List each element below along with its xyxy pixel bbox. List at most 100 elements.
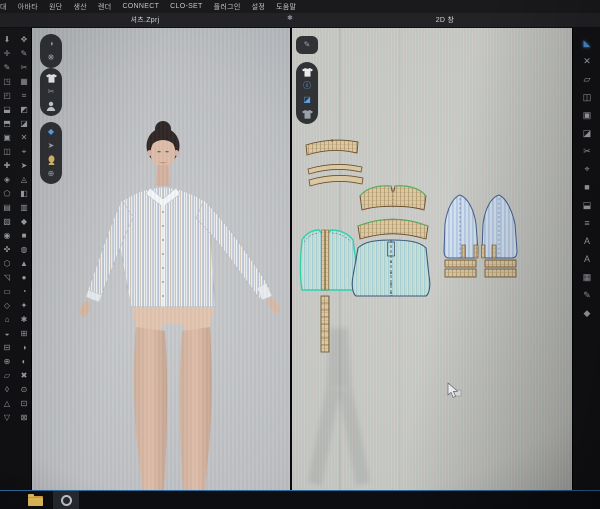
tool-icon[interactable]: ⊕	[1, 356, 13, 368]
show-sewing-2d-icon[interactable]	[300, 108, 314, 120]
text-tool[interactable]: A	[573, 232, 600, 250]
menu-item[interactable]: CONNECT	[122, 3, 159, 10]
tool-icon[interactable]: ✦	[18, 300, 30, 312]
fabric-texture-icon[interactable]: ◆	[44, 126, 58, 138]
show-texture-icon[interactable]: ◪	[300, 94, 314, 106]
tool-icon[interactable]: ◊	[1, 384, 13, 396]
tool-icon[interactable]: ⬓	[1, 104, 13, 116]
misc-tool[interactable]: ◆	[573, 304, 600, 322]
pattern-canvas[interactable]	[292, 28, 572, 490]
pen-2d-tool[interactable]: ✎	[573, 286, 600, 304]
scene-effect-icon[interactable]: ❋	[44, 52, 58, 64]
tool-icon[interactable]: ⌂	[1, 314, 13, 326]
notch-tool[interactable]: ⌖	[573, 160, 600, 178]
pose-icon[interactable]: ➤	[44, 140, 58, 152]
tool-icon[interactable]: ✛	[1, 48, 13, 60]
transform-pattern-tool[interactable]: ◣	[573, 34, 600, 52]
avatar-head-icon[interactable]	[44, 154, 58, 166]
trace-tool[interactable]: ⬓	[573, 196, 600, 214]
piece-front-body[interactable]	[301, 230, 358, 290]
tool-icon[interactable]: ◆	[18, 216, 30, 228]
tool-icon[interactable]: ⊡	[18, 398, 30, 410]
tool-icon[interactable]: ◉	[1, 230, 13, 242]
tool-icon[interactable]: ◰	[1, 90, 13, 102]
taskbar-file-explorer[interactable]	[0, 491, 43, 509]
tool-icon[interactable]: ⊙	[18, 384, 30, 396]
tool-icon[interactable]: ◒	[1, 328, 13, 340]
tool-icon[interactable]: ▧	[1, 216, 13, 228]
tool-icon[interactable]: ⬡	[1, 258, 13, 270]
piece-cuff-right[interactable]	[485, 260, 516, 277]
tool-icon[interactable]: ◹	[1, 272, 13, 284]
polygon-tool[interactable]: ▣	[573, 106, 600, 124]
pattern-info-icon[interactable]: ⓘ	[300, 80, 314, 92]
piece-back-yoke-lower[interactable]	[358, 219, 428, 239]
grading-text-tool[interactable]: A	[573, 250, 600, 268]
avatar-3d[interactable]	[32, 28, 290, 490]
tool-icon[interactable]: ▱	[1, 370, 13, 382]
piece-collar-under[interactable]	[309, 175, 363, 186]
tool-icon[interactable]: △	[1, 398, 13, 410]
tool-icon[interactable]: ◪	[18, 118, 30, 130]
tab-2d-window[interactable]: 2D 창	[290, 13, 600, 27]
tool-icon[interactable]: ◍	[18, 244, 30, 256]
piece-sleeve-left[interactable]	[444, 195, 478, 258]
show-avatar-icon[interactable]	[44, 100, 58, 112]
tab-settings-icon[interactable]: ✱	[287, 14, 293, 22]
add-point-tool[interactable]: ◫	[573, 88, 600, 106]
menu-item[interactable]: 도움말	[276, 2, 296, 12]
tool-icon[interactable]: ⊟	[1, 342, 13, 354]
piece-back-yoke-upper[interactable]	[360, 186, 426, 210]
viewport-3d[interactable]: ◑ ❋ ✂ ◆ ➤ ⊕	[32, 28, 290, 490]
seam-allowance-tool[interactable]: ≡	[573, 214, 600, 232]
rectangle-tool[interactable]: ◪	[573, 124, 600, 142]
tool-icon[interactable]: ✖	[18, 370, 30, 382]
viewport-2d[interactable]: ✎ ⓘ ◪	[292, 28, 572, 490]
tool-icon[interactable]: ▭	[1, 286, 13, 298]
view2d-pen-button[interactable]: ✎	[296, 36, 318, 54]
tool-icon[interactable]: ◬	[18, 174, 30, 186]
show-pattern-icon[interactable]	[300, 66, 314, 78]
piece-back-body[interactable]	[352, 240, 430, 296]
cut-sew-tool[interactable]: ✂	[573, 142, 600, 160]
tool-icon[interactable]: ✱	[18, 314, 30, 326]
tool-icon[interactable]: ✚	[1, 160, 13, 172]
tool-icon[interactable]: ✜	[1, 244, 13, 256]
taskbar-clo-app[interactable]	[53, 491, 79, 509]
menu-item[interactable]: 대	[0, 2, 7, 12]
tool-icon[interactable]: ⬇	[1, 34, 13, 46]
tool-icon[interactable]: ▦	[18, 76, 30, 88]
tool-icon[interactable]: ◐	[18, 356, 30, 368]
tool-icon[interactable]: ⌗	[18, 90, 30, 102]
piece-front-placket-strip[interactable]	[321, 296, 329, 352]
tool-icon[interactable]: ◔	[18, 286, 30, 298]
show-sewing-icon[interactable]: ✂	[44, 86, 58, 98]
tool-icon[interactable]: ▣	[1, 132, 13, 144]
edit-pattern-tool[interactable]: ✕	[573, 52, 600, 70]
tool-icon[interactable]: ◇	[1, 300, 13, 312]
tool-icon[interactable]: ⌖	[18, 146, 30, 158]
tool-icon[interactable]: ◧	[18, 188, 30, 200]
tool-icon[interactable]: ⊠	[18, 412, 30, 424]
tool-icon[interactable]: ●	[18, 272, 30, 284]
tool-icon[interactable]: ◑	[18, 342, 30, 354]
tool-icon[interactable]: ▲	[18, 258, 30, 270]
environment-globe-icon[interactable]: ⊕	[44, 168, 58, 180]
menu-item[interactable]: 렌더	[98, 2, 111, 12]
show-garment-icon[interactable]	[44, 72, 58, 84]
piece-collar-band[interactable]	[306, 139, 358, 155]
tool-icon[interactable]: ⬠	[1, 188, 13, 200]
piece-sleeve-right[interactable]	[482, 195, 517, 258]
tool-icon[interactable]: ✂	[18, 62, 30, 74]
tool-icon[interactable]: ✥	[18, 34, 30, 46]
dart-tool[interactable]: ■	[573, 178, 600, 196]
tool-icon[interactable]: ✎	[18, 48, 30, 60]
tool-icon[interactable]: ◈	[1, 174, 13, 186]
render-style-icon[interactable]: ◑	[44, 38, 58, 50]
tool-icon[interactable]: ◳	[1, 76, 13, 88]
tab-project[interactable]: 셔츠.Zprj	[0, 13, 290, 27]
tool-icon[interactable]: ▤	[1, 202, 13, 214]
menu-item[interactable]: 원단	[49, 2, 62, 12]
menu-item[interactable]: 생산	[73, 2, 86, 12]
tool-icon[interactable]: ➤	[18, 160, 30, 172]
